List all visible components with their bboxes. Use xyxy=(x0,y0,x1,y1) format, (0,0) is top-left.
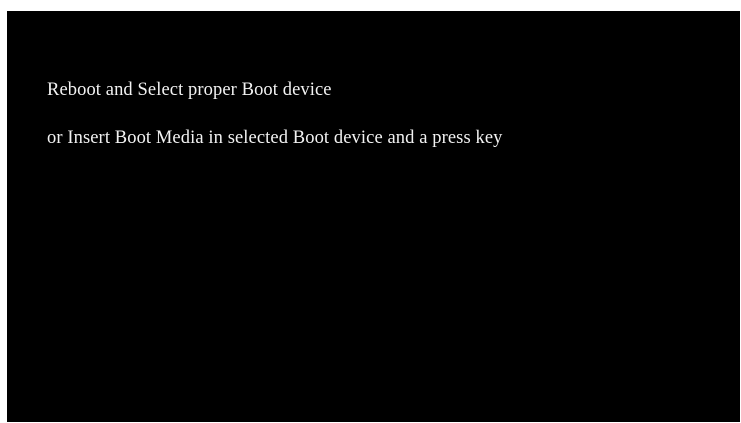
boot-error-message-line-1: Reboot and Select proper Boot device xyxy=(47,80,332,100)
boot-error-screen: Reboot and Select proper Boot device or … xyxy=(7,11,740,422)
boot-error-message-line-2: or Insert Boot Media in selected Boot de… xyxy=(47,128,503,148)
